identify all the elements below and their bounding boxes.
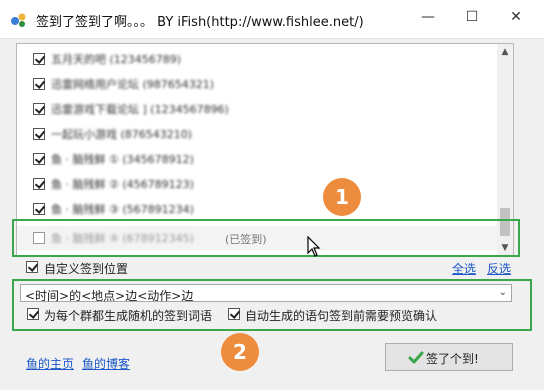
row-checkbox[interactable] [33,103,45,115]
highlight-box-1 [12,219,520,257]
row-label: 一起玩小游戏 (876543210) [51,128,193,141]
custom-location-checkbox[interactable] [26,261,38,273]
select-all-link[interactable]: 全选 [452,260,476,277]
row-label: 迅雷游戏下载论坛 ] (1234567896) [51,103,229,116]
home-page-link[interactable]: 鱼的主页 [26,355,74,372]
row-checkbox[interactable] [33,203,45,215]
list-item[interactable]: 迅雷网络用户论坛 (987654321) [17,72,497,96]
template-select[interactable]: <时间>的<地点>边<动作>边 ⌄ [20,284,512,303]
template-value: <时间>的<地点>边<动作>边 [25,289,194,303]
sign-in-button-label: 签了个到! [426,352,479,366]
list-item[interactable]: 鱼 · 脑残鲜 ③ (567891234) [17,197,497,221]
row-checkbox[interactable] [33,53,45,65]
row-checkbox[interactable] [33,178,45,190]
sign-in-button[interactable]: 签了个到! [385,343,513,371]
preview-confirm-label: 自动生成的语句签到前需要预览确认 [245,309,438,323]
row-label: 迅雷网络用户论坛 (987654321) [51,78,215,91]
step-badge-2: 2 [221,333,259,371]
row-checkbox[interactable] [33,128,45,140]
check-icon [408,351,424,364]
row-label: 鱼 · 脑残鲜 ③ (567891234) [51,203,194,216]
minimize-button[interactable]: — [406,0,450,34]
close-button[interactable]: ✕ [494,0,538,34]
title-bar: 签到了签到了啊。。。 BY iFish(http://www.fishlee.n… [0,0,544,39]
random-words-label: 为每个群都生成随机的签到词语 [44,309,213,323]
list-item[interactable]: 鱼 · 脑残鲜 ② (456789123) [17,172,497,196]
preview-confirm-checkbox[interactable] [228,308,240,320]
row-label: 五月天的吧 (123456789) [51,53,182,66]
custom-location-label: 自定义签到位置 [44,262,129,276]
step-badge-1: 1 [323,178,361,216]
mouse-cursor-icon [307,236,321,257]
row-label: 鱼 · 脑残鲜 ① (345678912) [51,153,194,166]
chevron-down-icon[interactable]: ⌄ [499,285,507,301]
row-checkbox[interactable] [33,153,45,165]
app-logo-icon [11,13,26,27]
list-item[interactable]: 鱼 · 脑残鲜 ① (345678912) [17,147,497,171]
row-label: 鱼 · 脑残鲜 ② (456789123) [51,178,194,191]
maximize-button[interactable]: ☐ [450,0,494,34]
blog-link[interactable]: 鱼的博客 [82,355,130,372]
scroll-up-icon[interactable]: ▲ [497,44,513,60]
window-title: 签到了签到了啊。。。 BY iFish(http://www.fishlee.n… [36,15,364,30]
row-checkbox[interactable] [33,78,45,90]
list-item[interactable]: 五月天的吧 (123456789) [17,47,497,71]
random-words-checkbox[interactable] [27,308,39,320]
list-item[interactable]: 迅雷游戏下载论坛 ] (1234567896) [17,97,497,121]
invert-selection-link[interactable]: 反选 [487,260,511,277]
list-item[interactable]: 一起玩小游戏 (876543210) [17,122,497,146]
